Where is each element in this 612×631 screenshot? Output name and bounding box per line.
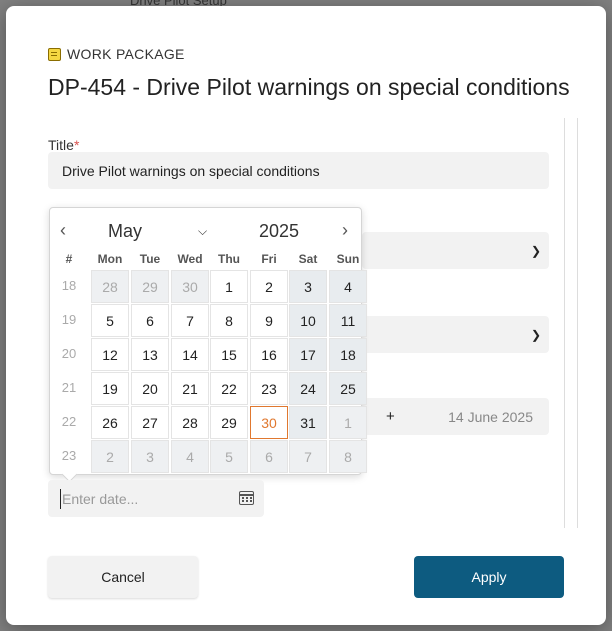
weekday-header: Fri: [261, 252, 277, 266]
weekday-header: Mon: [97, 252, 123, 266]
weekday-header: Sat: [298, 252, 318, 266]
modal-title: DP-454 - Drive Pilot warnings on special…: [48, 74, 570, 100]
week-number: 23: [61, 448, 77, 463]
week-number-header: #: [65, 252, 73, 266]
select-field-1[interactable]: ❯: [362, 232, 549, 269]
calendar-day[interactable]: 21: [171, 372, 209, 405]
week-number: 22: [61, 414, 77, 429]
required-mark: *: [73, 137, 80, 153]
calendar-day[interactable]: 28: [91, 270, 129, 303]
calendar-day[interactable]: 29: [131, 270, 169, 303]
calendar-day[interactable]: 30: [250, 406, 288, 439]
calendar-day[interactable]: 22: [210, 372, 248, 405]
scrollbar[interactable]: [564, 118, 578, 528]
finish-date[interactable]: 14 June 2025: [448, 409, 533, 425]
calendar-day[interactable]: 2: [250, 270, 288, 303]
calendar-day[interactable]: 11: [329, 304, 367, 337]
date-input-field[interactable]: [48, 480, 264, 517]
calendar-day[interactable]: 23: [250, 372, 288, 405]
weekday-header: Tue: [139, 252, 161, 266]
chevron-right-icon[interactable]: ›: [342, 220, 348, 241]
calendar-day[interactable]: 5: [91, 304, 129, 337]
chevron-left-icon[interactable]: ‹: [60, 220, 66, 241]
calendar-day[interactable]: 5: [210, 440, 248, 473]
calendar-day[interactable]: 24: [289, 372, 327, 405]
calendar-day[interactable]: 27: [131, 406, 169, 439]
chevron-down-icon[interactable]: ⌵: [198, 224, 207, 239]
calendar-day[interactable]: 3: [131, 440, 169, 473]
calendar-icon[interactable]: [239, 491, 254, 505]
cancel-button[interactable]: Cancel: [48, 556, 198, 598]
weekday-header: Sun: [336, 252, 360, 266]
calendar-day[interactable]: 7: [171, 304, 209, 337]
calendar-day[interactable]: 10: [289, 304, 327, 337]
calendar-day[interactable]: 26: [91, 406, 129, 439]
calendar-day[interactable]: 13: [131, 338, 169, 371]
calendar-day[interactable]: 8: [210, 304, 248, 337]
title-input[interactable]: Drive Pilot warnings on special conditio…: [48, 152, 549, 189]
work-package-icon: [48, 47, 61, 61]
calendar-day[interactable]: 31: [289, 406, 327, 439]
chevron-down-icon: ❯: [530, 244, 541, 258]
year-input[interactable]: 2025: [259, 221, 299, 242]
work-package-modal: WORK PACKAGE DP-454 - Drive Pilot warnin…: [6, 6, 606, 625]
select-field-2[interactable]: ❯: [362, 316, 549, 353]
calendar-day[interactable]: 18: [329, 338, 367, 371]
weekday-header: Wed: [177, 252, 203, 266]
date-input[interactable]: [60, 489, 230, 509]
title-label: Title*: [48, 137, 79, 153]
week-number: 19: [61, 312, 77, 327]
calendar-day[interactable]: 20: [131, 372, 169, 405]
calendar-day[interactable]: 9: [250, 304, 288, 337]
week-number: 18: [61, 278, 77, 293]
title-label-text: Title: [48, 137, 74, 153]
calendar-day[interactable]: 25: [329, 372, 367, 405]
calendar-day[interactable]: 12: [91, 338, 129, 371]
calendar-day[interactable]: 28: [171, 406, 209, 439]
calendar-day[interactable]: 1: [210, 270, 248, 303]
calendar-day[interactable]: 2: [91, 440, 129, 473]
calendar-day[interactable]: 3: [289, 270, 327, 303]
calendar-day[interactable]: 30: [171, 270, 209, 303]
calendar-day[interactable]: 16: [250, 338, 288, 371]
work-package-type: WORK PACKAGE: [48, 46, 185, 62]
calendar-day[interactable]: 4: [329, 270, 367, 303]
calendar-day[interactable]: 19: [91, 372, 129, 405]
chevron-down-icon: ❯: [530, 328, 541, 342]
calendar-day[interactable]: 6: [250, 440, 288, 473]
calendar-day[interactable]: 1: [329, 406, 367, 439]
weekday-header: Thu: [218, 252, 240, 266]
week-number: 20: [61, 346, 77, 361]
month-select[interactable]: May: [108, 221, 142, 242]
date-picker-popup: ‹ May ⌵ 2025 › # Mon Tue Wed Thu Fri Sat Sun 18 2…: [49, 207, 367, 475]
calendar-day[interactable]: 15: [210, 338, 248, 371]
calendar-day[interactable]: 6: [131, 304, 169, 337]
apply-button[interactable]: Apply: [414, 556, 564, 598]
calendar-day[interactable]: 14: [171, 338, 209, 371]
work-package-type-label: WORK PACKAGE: [67, 46, 185, 62]
date-range-field[interactable]: + 14 June 2025: [362, 398, 549, 435]
calendar-day[interactable]: 4: [171, 440, 209, 473]
calendar-day[interactable]: 8: [329, 440, 367, 473]
calendar-day[interactable]: 7: [289, 440, 327, 473]
week-number: 21: [61, 380, 77, 395]
plus-icon[interactable]: +: [386, 408, 395, 425]
calendar-day[interactable]: 29: [210, 406, 248, 439]
calendar-day[interactable]: 17: [289, 338, 327, 371]
